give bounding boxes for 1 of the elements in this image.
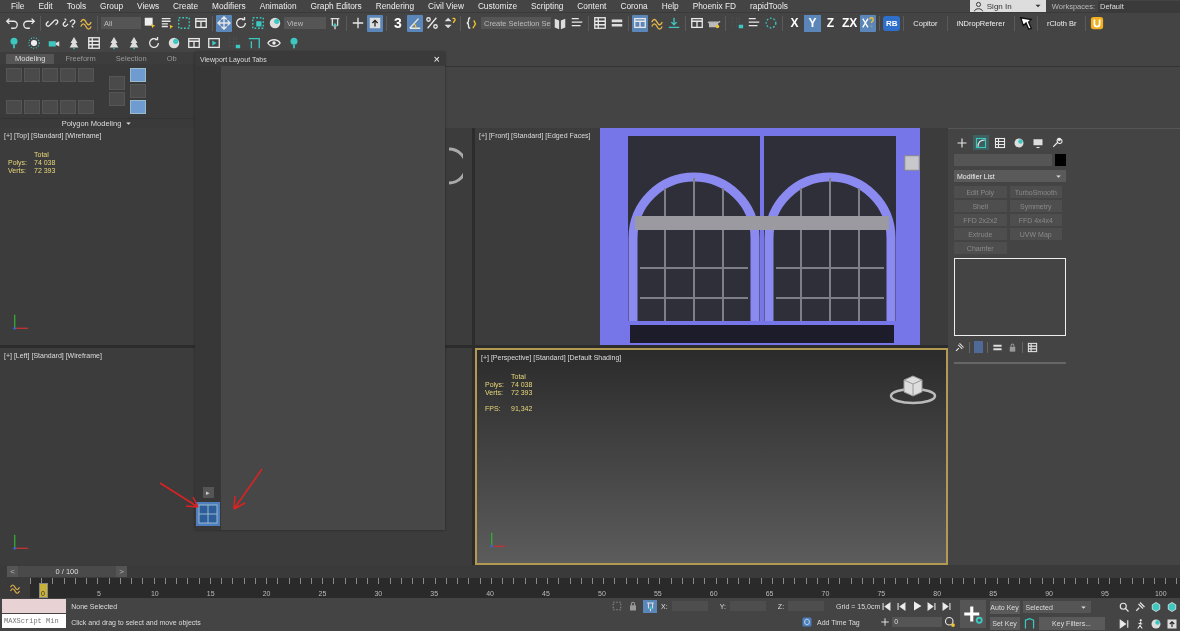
- sign-in-label: Sign In: [986, 1, 1013, 11]
